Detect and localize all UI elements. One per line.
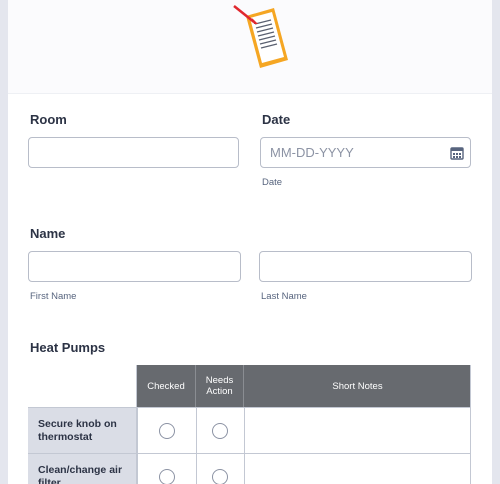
last-name-input[interactable] bbox=[259, 251, 472, 282]
form-card: Room Date Date Name First Name Last Name… bbox=[8, 0, 492, 484]
date-input[interactable] bbox=[260, 137, 471, 168]
first-name-input[interactable] bbox=[28, 251, 241, 282]
date-label: Date bbox=[262, 112, 291, 127]
column-header-short-notes: Short Notes bbox=[244, 365, 471, 407]
checked-radio[interactable] bbox=[159, 423, 175, 439]
checked-radio[interactable] bbox=[159, 469, 175, 484]
short-notes-cell[interactable] bbox=[244, 453, 471, 484]
short-notes-cell[interactable] bbox=[244, 407, 471, 453]
first-name-sublabel: First Name bbox=[30, 291, 77, 302]
column-header-checked: Checked bbox=[137, 365, 196, 407]
needs-action-radio[interactable] bbox=[212, 423, 228, 439]
room-input[interactable] bbox=[28, 137, 239, 168]
matrix-row-label: Clean/change air filter bbox=[28, 453, 137, 484]
date-sublabel: Date bbox=[262, 177, 283, 188]
last-name-sublabel: Last Name bbox=[261, 291, 307, 302]
name-label: Name bbox=[30, 226, 66, 241]
clipboard-document-icon bbox=[233, 5, 288, 68]
checked-cell bbox=[137, 453, 196, 484]
column-header-needs-action: Needs Action bbox=[196, 365, 244, 407]
matrix-row-label: Secure knob on thermostat bbox=[28, 407, 137, 453]
heat-pumps-label: Heat Pumps bbox=[30, 340, 106, 355]
room-label: Room bbox=[30, 112, 67, 127]
needs-action-radio[interactable] bbox=[212, 469, 228, 484]
needs-action-cell bbox=[196, 407, 244, 453]
form-header bbox=[8, 0, 492, 94]
checked-cell bbox=[137, 407, 196, 453]
needs-action-cell bbox=[196, 453, 244, 484]
calendar-icon[interactable] bbox=[450, 146, 464, 160]
